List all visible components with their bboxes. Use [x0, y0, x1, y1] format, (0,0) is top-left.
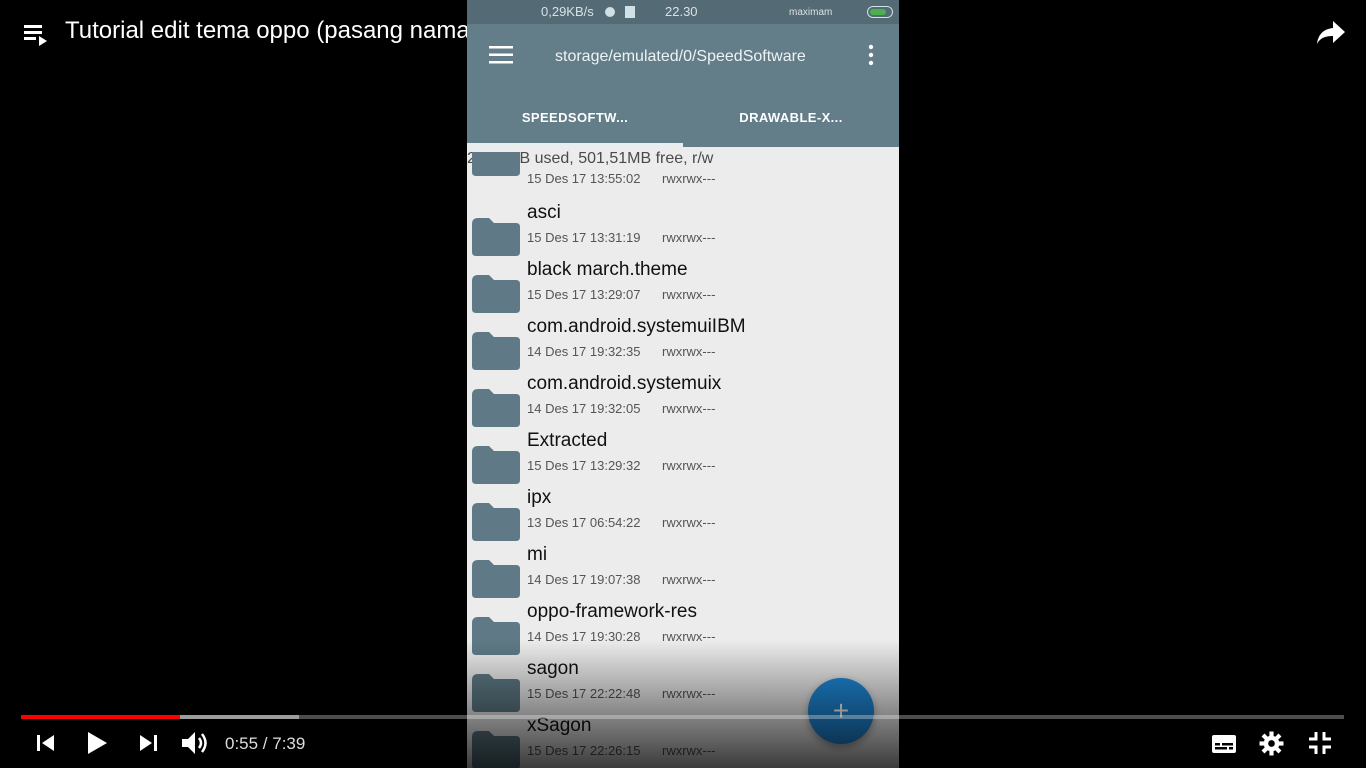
file-permissions: rwxrwx--- — [662, 171, 716, 186]
folder-icon — [472, 446, 520, 484]
file-name: Extracted — [527, 430, 608, 451]
volume-icon[interactable] — [181, 730, 209, 756]
tab-speedsoftware[interactable]: SPEEDSOFTW... — [467, 110, 683, 125]
file-date: 15 Des 17 13:55:02 — [527, 171, 641, 186]
battery-icon — [867, 6, 893, 18]
file-date: 13 Des 17 06:54:22 — [527, 515, 641, 530]
skip-previous-icon[interactable] — [36, 733, 56, 753]
progress-bar[interactable] — [21, 715, 1344, 719]
file-row[interactable]: mi 14 Des 17 19:07:38 rwxrwx--- — [467, 544, 899, 601]
file-date: 15 Des 17 13:31:19 — [527, 230, 641, 245]
file-manager-toolbar: storage/emulated/0/SpeedSoftware SPEEDSO… — [467, 24, 899, 147]
file-date: 14 Des 17 19:32:35 — [527, 344, 641, 359]
file-row[interactable]: Extracted 15 Des 17 13:29:32 rwxrwx--- — [467, 430, 899, 487]
active-tab-indicator — [467, 143, 683, 147]
overflow-menu-icon[interactable] — [867, 44, 875, 66]
sync-icon — [605, 7, 615, 17]
download-icon — [625, 6, 635, 18]
time-display: 0:55 / 7:39 — [225, 734, 306, 753]
file-name: com.android.systemuiIBM — [527, 316, 746, 337]
share-icon[interactable] — [1316, 18, 1346, 46]
file-permissions: rwxrwx--- — [662, 458, 716, 473]
carrier-name: maximam — [789, 7, 833, 18]
folder-icon — [472, 503, 520, 541]
folder-icon — [472, 275, 520, 313]
progress-played — [21, 715, 180, 719]
play-icon[interactable] — [86, 731, 108, 755]
hamburger-menu-icon[interactable] — [489, 46, 513, 64]
file-row[interactable]: black march.theme 15 Des 17 13:29:07 rwxrw… — [467, 259, 899, 316]
file-row[interactable]: asci 15 Des 17 13:31:19 rwxrwx--- — [467, 202, 899, 259]
file-row[interactable]: ipx 13 Des 17 06:54:22 rwxrwx--- — [467, 487, 899, 544]
folder-icon — [472, 218, 520, 256]
file-name: mi — [527, 544, 548, 565]
status-clock: 22.30 — [665, 4, 698, 19]
file-row[interactable]: 15 Des 17 13:55:02 rwxrwx--- — [467, 152, 899, 192]
subtitles-icon[interactable] — [1211, 734, 1237, 754]
file-permissions: rwxrwx--- — [662, 572, 716, 587]
skip-next-icon[interactable] — [138, 733, 158, 753]
file-permissions: rwxrwx--- — [662, 230, 716, 245]
file-name: oppo-framework-res — [527, 601, 697, 622]
file-permissions: rwxrwx--- — [662, 287, 716, 302]
folder-icon — [472, 560, 520, 598]
file-date: 15 Des 17 13:29:07 — [527, 287, 641, 302]
settings-gear-icon[interactable] — [1259, 731, 1284, 756]
tab-drawable[interactable]: DRAWABLE-X... — [683, 110, 899, 125]
file-date: 15 Des 17 13:29:32 — [527, 458, 641, 473]
playlist-icon[interactable] — [24, 22, 50, 46]
file-name: asci — [527, 202, 561, 223]
folder-icon — [472, 152, 520, 176]
file-name: black march.theme — [527, 259, 688, 280]
network-speed: 0,29KB/s — [541, 4, 594, 19]
file-row[interactable]: com.android.systemuiIBM 14 Des 17 19:32:3… — [467, 316, 899, 373]
file-permissions: rwxrwx--- — [662, 344, 716, 359]
file-date: 14 Des 17 19:07:38 — [527, 572, 641, 587]
file-date: 14 Des 17 19:32:05 — [527, 401, 641, 416]
file-name: com.android.systemuix — [527, 373, 722, 394]
current-path: storage/emulated/0/SpeedSoftware — [555, 48, 806, 65]
file-row[interactable]: com.android.systemuix 14 Des 17 19:32:05 r… — [467, 373, 899, 430]
file-permissions: rwxrwx--- — [662, 401, 716, 416]
folder-icon — [472, 332, 520, 370]
folder-icon — [472, 389, 520, 427]
exit-fullscreen-icon[interactable] — [1308, 731, 1332, 755]
phone-status-bar: 0,29KB/s 22.30 maximam — [467, 0, 899, 24]
file-permissions: rwxrwx--- — [662, 515, 716, 530]
file-name: ipx — [527, 487, 552, 508]
